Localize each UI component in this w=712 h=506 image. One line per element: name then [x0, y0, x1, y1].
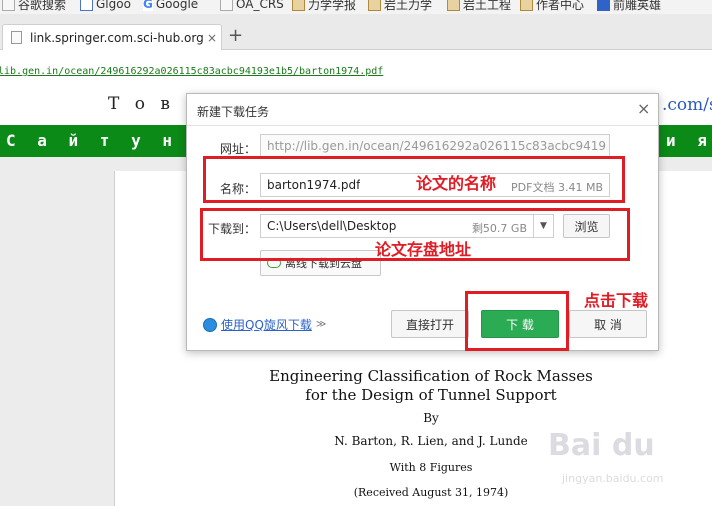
url-label: 网址： — [220, 142, 257, 156]
page-top-right-link[interactable]: .com/s — [662, 95, 712, 115]
qq-xuanfeng-icon — [203, 317, 217, 332]
open-directly-button[interactable]: 直接打开 — [391, 310, 469, 338]
cancel-button[interactable]: 取 消 — [569, 310, 647, 338]
tab-close-icon[interactable]: × — [207, 31, 217, 45]
bookmark-label: 作者中心 — [536, 0, 585, 12]
google-icon: G — [143, 0, 153, 11]
url-value: http://lib.gen.in/ocean/249616292a026115… — [267, 139, 607, 153]
filename-annotation: 论文的名称 — [416, 174, 497, 193]
dialog-header: 新建下载任务 × — [187, 94, 658, 126]
save-path-annotation: 论文存盘地址 — [375, 240, 472, 259]
bookmark-item[interactable]: OA_CRS — [220, 0, 284, 12]
tab-title: link.springer.com.sci-hub.org — [30, 30, 204, 45]
bookmark-item[interactable]: G Google — [143, 0, 198, 12]
download-highlight-box — [465, 291, 569, 351]
bookmark-item[interactable]: 力学学报 — [292, 0, 356, 12]
picture-icon — [368, 0, 381, 11]
bookmark-page-icon — [2, 0, 15, 11]
picture-icon — [292, 0, 305, 11]
bookmark-label: Glgoo — [96, 0, 131, 11]
glgoo-icon — [80, 0, 93, 11]
filename-highlight-box — [203, 156, 625, 203]
watermark-logo: Bai du — [548, 428, 655, 463]
bookmark-label: 力学学报 — [308, 0, 357, 12]
bookmark-label: OA_CRS — [236, 0, 284, 11]
close-icon[interactable]: × — [637, 100, 650, 118]
paper-title-line1: Engineering Classification of Rock Masse… — [269, 367, 593, 385]
page-icon — [11, 31, 22, 44]
bookmark-label: 岩土工程 — [463, 0, 512, 12]
bookmark-item[interactable]: 岩土力学 — [368, 0, 432, 12]
bookmark-label: 岩土力学 — [384, 0, 433, 12]
qq-download-link[interactable]: 使用QQ旋风下载 — [221, 316, 312, 333]
paper-title-line2: for the Design of Tunnel Support — [305, 386, 557, 404]
chevron-down-icon[interactable]: ≫ — [316, 319, 326, 330]
paw-icon — [597, 0, 610, 11]
address-area: lib.gen.in/ocean/249616292a026115c83acbc… — [0, 50, 712, 94]
bookmark-item[interactable]: Glgoo — [80, 0, 131, 12]
paper-by: By — [423, 411, 439, 425]
browser-tab[interactable]: link.springer.com.sci-hub.org × — [2, 24, 222, 50]
qq-download-option[interactable]: 使用QQ旋风下载 ≫ — [203, 316, 326, 333]
dialog-title: 新建下载任务 — [197, 105, 270, 119]
bookmark-item[interactable]: 谷歌搜索 — [2, 0, 66, 12]
bookmark-label: Google — [155, 0, 199, 11]
url-field[interactable]: http://lib.gen.in/ocean/249616292a026115… — [260, 134, 610, 158]
banner-right-text: и я — [666, 131, 712, 150]
picture-icon — [520, 0, 533, 11]
tab-strip: link.springer.com.sci-hub.org × + — [0, 14, 712, 50]
bookmarks-bar: 谷歌搜索 Glgoo G Google OA_CRS 力学学报 岩土力学 岩土工… — [0, 0, 712, 14]
page-icon — [220, 0, 233, 11]
bookmark-label: 前雕英雄 — [613, 0, 662, 12]
bookmark-label: 谷歌搜索 — [18, 0, 67, 12]
click-download-annotation: 点击下载 — [584, 291, 649, 310]
watermark-url: jingyan.baidu.com — [562, 472, 664, 485]
new-tab-button[interactable]: + — [228, 26, 243, 46]
baidu-watermark: Bai du jingyan.baidu.com — [548, 428, 708, 498]
bookmark-item[interactable]: 作者中心 — [520, 0, 584, 12]
bookmark-item[interactable]: 岩土工程 — [447, 0, 511, 12]
pdf-url-link[interactable]: lib.gen.in/ocean/249616292a026115c83acbc… — [0, 66, 383, 77]
bookmark-item[interactable]: 前雕英雄 — [597, 0, 661, 12]
picture-icon — [447, 0, 460, 11]
